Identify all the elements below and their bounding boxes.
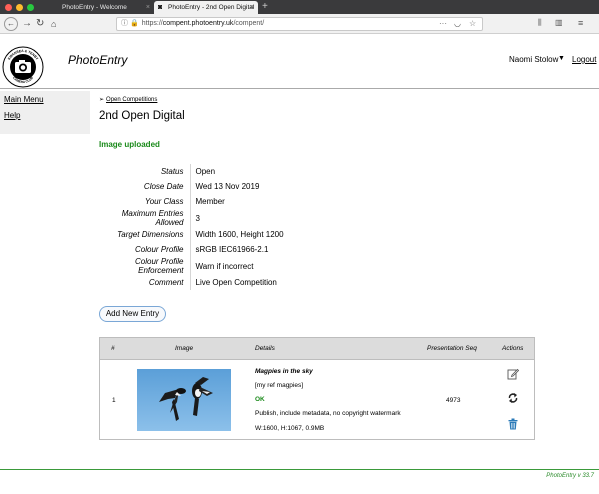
footer-version: PhotoEntry v 33.7 xyxy=(546,473,594,479)
column-header-image: Image xyxy=(175,345,194,352)
window-close-icon[interactable] xyxy=(5,4,12,11)
detail-row-class: Your Class Member xyxy=(99,194,284,209)
pocket-icon[interactable]: ◡ xyxy=(454,18,461,30)
detail-value: sRGB IEC61966-2.1 xyxy=(195,245,269,254)
url-host: compent.photoentry.uk xyxy=(162,20,234,27)
logout-link[interactable]: Logout xyxy=(572,55,596,64)
detail-row-status: Status Open xyxy=(99,164,284,179)
detail-label: Maximum Entries Allowed xyxy=(99,209,191,227)
sidebar: Main Menu Help xyxy=(0,91,90,134)
detail-label: Status xyxy=(99,164,191,179)
chevron-down-icon[interactable]: ▼ xyxy=(558,55,565,62)
detail-label: Close Date xyxy=(99,179,191,194)
entry-status: OK xyxy=(255,396,265,403)
detail-value: Live Open Competition xyxy=(195,278,277,287)
forward-icon[interactable]: → xyxy=(22,17,32,31)
detail-row-profile-enforcement: Colour Profile Enforcement Warn if incorr… xyxy=(99,257,284,275)
url-path: /compent/ xyxy=(233,20,265,27)
lock-icon[interactable]: 🔒 xyxy=(130,20,139,27)
sidebar-item-main-menu[interactable]: Main Menu xyxy=(4,95,44,104)
entry-reference: [my ref magpies] xyxy=(255,382,304,389)
window-maximize-icon[interactable] xyxy=(27,4,34,11)
tab-label: PhotoEntry - Welcome xyxy=(62,4,127,11)
detail-value: Warn if incorrect xyxy=(195,261,254,271)
user-menu[interactable]: Naomi Stolow xyxy=(509,55,558,64)
browser-tab-open-digital[interactable]: ◙ PhotoEntry - 2nd Open Digital × xyxy=(154,1,258,14)
detail-value: 3 xyxy=(195,213,200,223)
club-logo[interactable]: SWANSEA & TENBY CAMERA CLUB xyxy=(2,46,44,88)
entries-header-row: # Image Details Presentation Seq Actions xyxy=(100,338,534,360)
sidebar-icon[interactable]: ▥ xyxy=(555,18,563,27)
site-header: SWANSEA & TENBY CAMERA CLUB PhotoEntry N… xyxy=(0,35,599,89)
breadcrumb: ➢ Open Competitions xyxy=(99,96,157,103)
page-title: 2nd Open Digital xyxy=(99,110,185,122)
site-title: PhotoEntry xyxy=(68,53,128,67)
tab-close-icon[interactable]: × xyxy=(146,1,150,14)
back-icon[interactable]: ← xyxy=(4,17,18,31)
entry-dimensions: W:1600, H:1067, 0.9MB xyxy=(255,425,325,432)
info-icon[interactable]: ⓘ xyxy=(121,20,128,27)
bookmark-icon[interactable]: ☆ xyxy=(469,18,476,30)
column-header-number: # xyxy=(111,345,115,352)
more-icon[interactable]: ··· xyxy=(439,18,447,30)
detail-label: Your Class xyxy=(99,194,191,209)
url-bar[interactable]: ⓘ 🔒 https://compent.photoentry.uk/compent/… xyxy=(116,17,483,31)
column-header-actions: Actions xyxy=(502,345,524,352)
browser-tab-bar: PhotoEntry - Welcome × ◙ PhotoEntry - 2nd… xyxy=(0,0,599,14)
menu-icon[interactable]: ≡ xyxy=(578,18,583,28)
footer-divider xyxy=(0,469,599,470)
browser-tab-welcome[interactable]: PhotoEntry - Welcome × xyxy=(58,1,154,14)
breadcrumb-open-competitions[interactable]: Open Competitions xyxy=(106,97,157,103)
browser-nav-bar: ← → ↻ ⌂ ⓘ 🔒 https://compent.photoentry.uk/… xyxy=(0,14,599,34)
add-new-entry-button[interactable]: Add New Entry xyxy=(99,306,166,322)
column-header-details: Details xyxy=(255,345,275,352)
detail-row-dimensions: Target Dimensions Width 1600, Height 1200 xyxy=(99,227,284,242)
detail-label: Colour Profile xyxy=(99,242,191,257)
entry-title: Magpies in the sky xyxy=(255,368,313,375)
sidebar-item-help[interactable]: Help xyxy=(4,111,20,120)
detail-label: Comment xyxy=(99,275,191,290)
entry-thumbnail[interactable] xyxy=(137,369,231,431)
reload-icon[interactable]: ↻ xyxy=(36,17,44,31)
breadcrumb-arrow-icon: ➢ xyxy=(99,97,105,103)
url-scheme: https:// xyxy=(141,20,163,27)
entry-options: Publish, include metadata, no copyright … xyxy=(255,410,401,417)
entry-number: 1 xyxy=(112,397,116,404)
tab-close-icon[interactable]: × xyxy=(250,1,254,14)
entry-presentation-seq: 4973 xyxy=(446,397,461,404)
detail-label: Target Dimensions xyxy=(99,227,191,242)
detail-label: Colour Profile Enforcement xyxy=(99,257,191,275)
library-icon[interactable]: ⫼ xyxy=(538,18,542,28)
entries-table: # Image Details Presentation Seq Actions… xyxy=(99,337,535,440)
detail-row-close-date: Close Date Wed 13 Nov 2019 xyxy=(99,179,284,194)
detail-value: Open xyxy=(195,167,216,176)
detail-row-comment: Comment Live Open Competition xyxy=(99,275,284,290)
competition-details: Status Open Close Date Wed 13 Nov 2019 You… xyxy=(99,164,284,290)
replace-icon[interactable] xyxy=(507,392,519,404)
detail-row-max-entries: Maximum Entries Allowed 3 xyxy=(99,209,284,227)
home-icon[interactable]: ⌂ xyxy=(51,17,56,31)
detail-value: Wed 13 Nov 2019 xyxy=(195,182,260,191)
upload-status-message: Image uploaded xyxy=(99,140,160,149)
tab-label: PhotoEntry - 2nd Open Digital xyxy=(168,4,255,11)
new-tab-button[interactable]: + xyxy=(262,0,268,14)
window-minimize-icon[interactable] xyxy=(16,4,23,11)
column-header-presentation-seq: Presentation Seq xyxy=(427,345,477,352)
detail-value: Member xyxy=(195,197,225,206)
camera-favicon-icon: ◙ xyxy=(158,4,163,11)
detail-row-colour-profile: Colour Profile sRGB IEC61966-2.1 xyxy=(99,242,284,257)
delete-icon[interactable] xyxy=(507,418,519,430)
detail-value: Width 1600, Height 1200 xyxy=(195,230,284,239)
edit-icon[interactable] xyxy=(507,368,519,380)
